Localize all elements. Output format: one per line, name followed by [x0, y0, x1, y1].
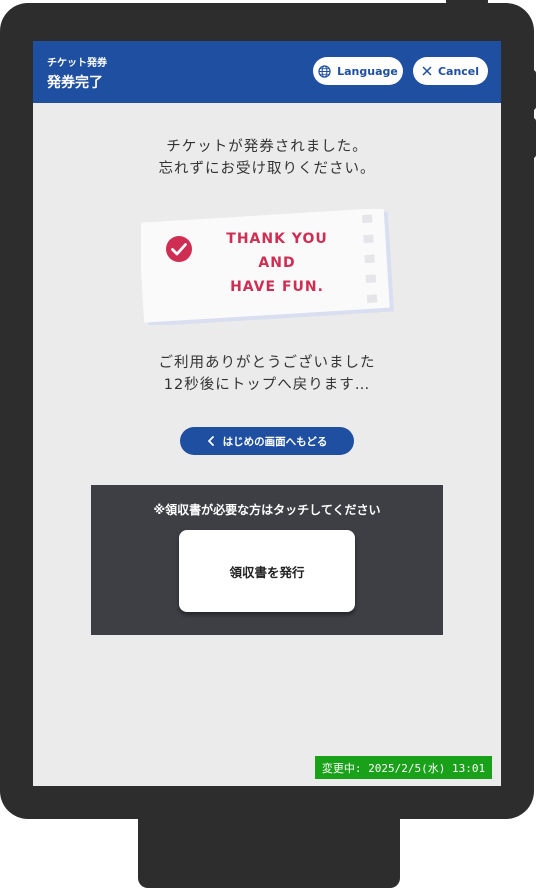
receipt-note: ※領収書が必要な方はタッチしてください	[153, 503, 381, 517]
language-button[interactable]: Language	[313, 57, 403, 85]
language-button-label: Language	[337, 64, 398, 78]
status-text: 変更中: 2025/2/5(水) 13:01	[321, 761, 486, 775]
issued-message: チケットが発券されました。 忘れずにお受け取りください。	[33, 136, 501, 180]
issued-message-line2: 忘れずにお受け取りください。	[158, 161, 376, 177]
close-icon	[422, 66, 432, 76]
check-circle-icon	[165, 235, 193, 267]
page-title: 発券完了	[47, 75, 103, 91]
back-to-top-label: はじめの画面へもどる	[222, 435, 328, 448]
issue-receipt-button[interactable]: 領収書を発行	[179, 530, 355, 612]
issued-message-line1: チケットが発券されました。	[166, 139, 368, 155]
ticket-text-line2: AND	[258, 255, 296, 271]
globe-icon	[318, 64, 331, 78]
back-to-top-button[interactable]: はじめの画面へもどる	[180, 427, 354, 455]
countdown-message: 12秒後にトップへ戻ります…	[163, 377, 371, 393]
header-subtitle: チケット発券	[47, 58, 107, 69]
header-bar: チケット発券 発券完了 Language Cancel	[33, 41, 501, 103]
ticket-text-line1: THANK YOU	[226, 231, 328, 247]
cancel-button[interactable]: Cancel	[413, 57, 488, 85]
receipt-panel: ※領収書が必要な方はタッチしてください 領収書を発行	[91, 485, 443, 635]
status-badge: 変更中: 2025/2/5(水) 13:01	[315, 756, 492, 779]
cancel-button-label: Cancel	[437, 64, 480, 78]
kiosk-screen: チケット発券 発券完了 Language Cancel チケットが発券されました…	[33, 41, 501, 786]
chevron-left-icon	[207, 436, 215, 446]
kiosk-device: チケット発券 発券完了 Language Cancel チケットが発券されました…	[0, 3, 534, 819]
thanks-message: ご利用ありがとうございました 12秒後にトップへ戻ります…	[33, 352, 501, 396]
issue-receipt-label: 領収書を発行	[229, 564, 305, 580]
thanks-message-line1: ご利用ありがとうございました	[158, 355, 376, 371]
ticket-text-line3: HAVE FUN.	[230, 279, 324, 295]
ticket-illustration: THANK YOU AND HAVE FUN.	[138, 207, 395, 329]
